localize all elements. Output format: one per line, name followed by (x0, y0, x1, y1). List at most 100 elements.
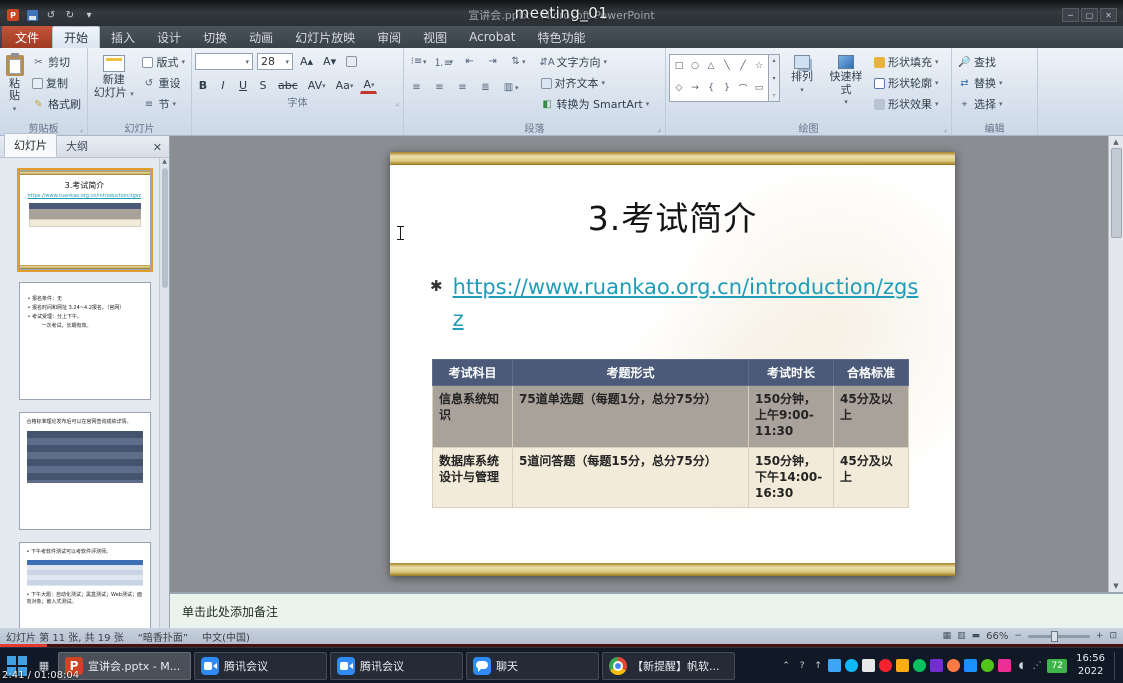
hyperlink[interactable]: https://www.ruankao.org.cn/introduction/… (453, 272, 923, 335)
taskbar-app-tencent-meeting[interactable]: 腾讯会议 (194, 652, 327, 680)
decrease-font-size-button[interactable]: A▾ (320, 53, 339, 70)
tray-icon[interactable] (998, 659, 1011, 672)
zoom-level[interactable]: 66% (986, 631, 1008, 642)
tab-home[interactable]: 开始 (52, 26, 100, 48)
save-button[interactable] (25, 8, 39, 22)
clipboard-dialog-launcher[interactable]: ⌟ (79, 124, 83, 133)
pane-tab-outline[interactable]: 大纲 (57, 135, 97, 157)
scrollbar-thumb[interactable] (1111, 148, 1122, 238)
justify-button[interactable]: ≣ (476, 79, 495, 96)
tray-icon[interactable] (845, 659, 858, 672)
format-painter-button[interactable]: ✎格式刷 (29, 95, 84, 113)
zoom-out-button[interactable]: − (1014, 631, 1022, 641)
quick-styles-button[interactable]: 快速样式▾ (824, 50, 868, 114)
tab-slideshow[interactable]: 幻灯片放映 (284, 26, 366, 48)
tab-design[interactable]: 设计 (146, 26, 192, 48)
slide-editing-area[interactable]: 3.考试简介 ✱ https://www.ruankao.org.cn/intr… (170, 136, 1123, 592)
scroll-down-icon[interactable]: ▼ (1113, 582, 1118, 590)
tray-icon[interactable] (981, 659, 994, 672)
increase-indent-button[interactable]: ⇥ (483, 53, 502, 70)
tab-review[interactable]: 审阅 (366, 26, 412, 48)
layout-button[interactable]: 版式▾ (139, 53, 188, 71)
character-spacing-button[interactable]: AV▾ (305, 77, 329, 94)
tray-icon[interactable] (896, 659, 909, 672)
help-tray-icon[interactable]: ? (796, 661, 808, 671)
network-icon[interactable]: ⋰ (1031, 661, 1043, 671)
taskbar-app-chrome[interactable]: 【新提醒】帆软... (602, 652, 735, 680)
arrange-button[interactable]: 排列▾ (783, 50, 821, 114)
fit-to-window-button[interactable]: ⊡ (1109, 631, 1117, 641)
close-button[interactable]: ✕ (1100, 8, 1117, 22)
slide-thumbnail[interactable]: 合格标准理论发布后可以在官网查询成绩详情。 (19, 412, 151, 530)
tray-icon[interactable] (930, 659, 943, 672)
copy-button[interactable]: 复制 (29, 74, 84, 92)
volume-icon[interactable]: ◖ (1015, 661, 1027, 671)
text-shadow-button[interactable]: S (255, 77, 271, 94)
change-case-button[interactable]: Aa▾ (333, 77, 357, 94)
tab-view[interactable]: 视图 (412, 26, 458, 48)
tray-icon[interactable] (947, 659, 960, 672)
slide-thumbnail[interactable]: • 报名条件：无 • 报名时间和网址 3.24~4.2报名。（官网） • 考试受… (19, 282, 151, 400)
tray-icon[interactable] (913, 659, 926, 672)
shapes-scroll[interactable]: ▴▾▿ (769, 54, 780, 102)
font-dialog-launcher[interactable]: ⌟ (395, 98, 399, 107)
zoom-slider-thumb[interactable] (1051, 631, 1058, 642)
shapes-gallery[interactable]: □○△╲╱☆ ◇→{}⌒▭ ▴▾▿ (669, 50, 780, 102)
slide-canvas[interactable]: 3.考试简介 ✱ https://www.ruankao.org.cn/intr… (390, 152, 955, 576)
italic-button[interactable]: I (215, 77, 231, 94)
show-desktop-button[interactable] (1114, 652, 1119, 680)
find-button[interactable]: 🔎查找 (955, 53, 1006, 71)
slide-thumbnail-selected[interactable]: 3.考试简介 https://www.ruankao.org.cn/introd… (19, 170, 151, 270)
line-spacing-button[interactable]: ⇅▾ (506, 53, 529, 70)
font-size-combobox[interactable]: 28▾ (257, 53, 293, 70)
scroll-up-icon[interactable]: ▲ (1113, 138, 1118, 146)
drawing-dialog-launcher[interactable]: ⌟ (943, 124, 947, 133)
shape-effects-button[interactable]: 形状效果▾ (871, 95, 942, 113)
align-right-button[interactable]: ≡ (453, 79, 472, 96)
select-button[interactable]: ⌖选择▾ (955, 95, 1006, 113)
new-slide-button[interactable]: 新建幻灯片 ▾ (91, 50, 136, 114)
hidden-icons-chevron[interactable]: ⌃ (780, 661, 792, 671)
slide-sorter-view-button[interactable]: ▥ (957, 631, 966, 641)
app-icon[interactable]: P (6, 8, 20, 22)
tab-acrobat[interactable]: Acrobat (458, 26, 526, 48)
zoom-in-button[interactable]: + (1096, 631, 1104, 641)
restore-button[interactable]: ▢ (1081, 8, 1098, 22)
taskbar-app-tencent-meeting-2[interactable]: 腾讯会议 (330, 652, 463, 680)
align-text-button[interactable]: 对齐文本▾ (538, 74, 653, 92)
battery-indicator[interactable]: 72 (1047, 659, 1067, 673)
shape-fill-button[interactable]: 形状填充▾ (871, 53, 942, 71)
taskbar-app-chat[interactable]: 聊天 (466, 652, 599, 680)
increase-font-size-button[interactable]: A▴ (297, 53, 316, 70)
underline-button[interactable]: U (235, 77, 251, 94)
reset-button[interactable]: ↺重设 (139, 74, 188, 92)
paragraph-dialog-launcher[interactable]: ⌟ (657, 124, 661, 133)
tray-icon[interactable] (964, 659, 977, 672)
thumbnail-scrollbar[interactable]: ▲ (159, 158, 169, 628)
tab-insert[interactable]: 插入 (100, 26, 146, 48)
clear-formatting-button[interactable] (343, 53, 360, 70)
redo-button[interactable]: ↻ (63, 8, 77, 22)
text-direction-button[interactable]: ⇵A文字方向▾ (538, 53, 653, 71)
bullets-button[interactable]: ⁝≡▾ (407, 53, 430, 70)
decrease-indent-button[interactable]: ⇤ (460, 53, 479, 70)
numbering-button[interactable]: ⒈≡▾ (434, 53, 457, 70)
tray-icon[interactable] (828, 659, 841, 672)
qat-customize-button[interactable]: ▾ (82, 8, 96, 22)
replace-button[interactable]: ⇄替换▾ (955, 74, 1006, 92)
tab-animations[interactable]: 动画 (238, 26, 284, 48)
tab-special-features[interactable]: 特色功能 (526, 26, 596, 48)
strikethrough-button[interactable]: abc (275, 77, 301, 94)
zoom-slider[interactable] (1028, 635, 1090, 638)
scrollbar-thumb[interactable] (162, 168, 168, 288)
undo-button[interactable]: ↺ (44, 8, 58, 22)
section-button[interactable]: ≡节▾ (139, 95, 188, 113)
pane-close-icon[interactable]: ✕ (146, 138, 169, 157)
vertical-scrollbar[interactable]: ▲ ▼ (1108, 136, 1123, 592)
font-name-combobox[interactable]: ▾ (195, 53, 253, 70)
taskbar-clock[interactable]: 16:56 2022 (1071, 653, 1110, 678)
font-color-button[interactable]: A▾ (360, 77, 377, 94)
scroll-up-icon[interactable]: ▲ (162, 158, 167, 165)
slideshow-view-button[interactable]: ▬ (972, 631, 981, 641)
paste-button[interactable]: 粘贴▾ (3, 50, 26, 114)
